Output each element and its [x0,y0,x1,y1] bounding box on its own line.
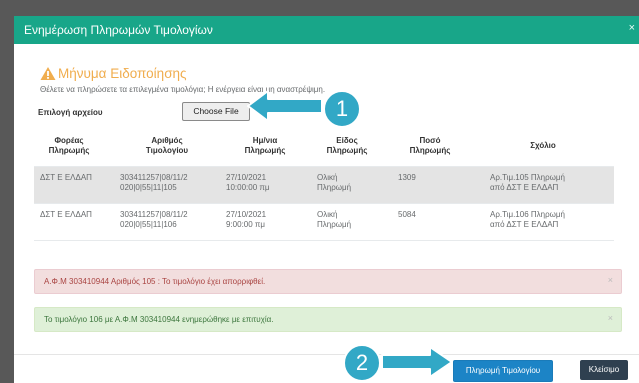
footer-divider [14,354,639,355]
modal-header: Ενημέρωση Πληρωμών Τιμολογίων × [14,16,639,44]
file-select-label: Επιλογή αρχείου [38,108,103,117]
column-header-payer: Φορέας Πληρωμής [48,136,90,155]
success-alert-text: Το τιμολόγιο 106 με Α.Φ.Μ 303410944 ενημ… [44,315,274,324]
column-header-date: Ημ/νια Πληρωμής [244,136,286,155]
cell-amount: 1309 [398,173,416,182]
cell-invoice: 303411257|08/11/2 020|0|55|11|105 [120,173,188,192]
cell-comment: Αρ.Τιμ.105 Πληρωμή από ΔΣΤ Ε ΕΛΔΑΠ [490,173,565,192]
callout-badge-1: 1 [323,90,361,128]
error-alert-text: Α.Φ.Μ 303410944 Αριθμός 105 : Το τιμολόγ… [44,277,266,286]
modal-title: Ενημέρωση Πληρωμών Τιμολογίων [24,23,213,37]
cell-type: Ολική Πληρωμή [317,210,352,229]
cell-type: Ολική Πληρωμή [317,173,352,192]
table-row[interactable]: ΔΣΤ Ε ΕΛΔΑΠ 303411257|08/11/2 020|0|55|11… [34,167,614,204]
cell-date: 27/10/2021 10:00:00 πμ [226,173,270,192]
payment-update-modal: Ενημέρωση Πληρωμών Τιμολογίων × Μήνυμα Ε… [14,16,639,383]
table-header: Φορέας Πληρωμής Αριθμός Τιμολογίου Ημ/νια Π… [34,136,614,167]
column-header-type: Είδος Πληρωμής [326,136,368,155]
column-header-amount: Ποσό Πληρωμής [409,136,451,155]
success-alert-close-button[interactable]: × [608,313,613,323]
close-button[interactable]: Κλείσιμο [580,360,628,380]
pay-invoice-button[interactable]: Πληρωμή Τιμολογίου [453,360,553,382]
arrow-icon [381,346,453,378]
cell-date: 27/10/2021 9:00:00 πμ [226,210,267,229]
column-header-comment: Σχόλιο [530,141,556,150]
error-alert: Α.Φ.Μ 303410944 Αριθμός 105 : Το τιμολόγ… [34,269,622,294]
success-alert: Το τιμολόγιο 106 με Α.Φ.Μ 303410944 ενημ… [34,307,622,332]
cell-payer: ΔΣΤ Ε ΕΛΔΑΠ [40,173,92,182]
warning-title: Μήνυμα Ειδοποίησης [58,66,187,81]
warning-triangle-icon [40,67,56,80]
modal-close-button[interactable]: × [629,22,635,34]
cell-comment: Αρ.Τιμ.106 Πληρωμή από ΔΣΤ Ε ΕΛΔΑΠ [490,210,565,229]
error-alert-close-button[interactable]: × [608,275,613,285]
choose-file-button[interactable]: Choose File [182,102,250,121]
callout-badge-2: 2 [343,344,381,382]
table-row[interactable]: ΔΣΤ Ε ΕΛΔΑΠ 303411257|08/11/2 020|0|55|11… [34,204,614,241]
column-header-invoice: Αριθμός Τιμολογίου [145,136,189,155]
cell-amount: 5084 [398,210,416,219]
cell-payer: ΔΣΤ Ε ΕΛΔΑΠ [40,210,92,219]
cell-invoice: 303411257|08/11/2 020|0|55|11|106 [120,210,188,229]
arrow-icon [247,90,323,122]
